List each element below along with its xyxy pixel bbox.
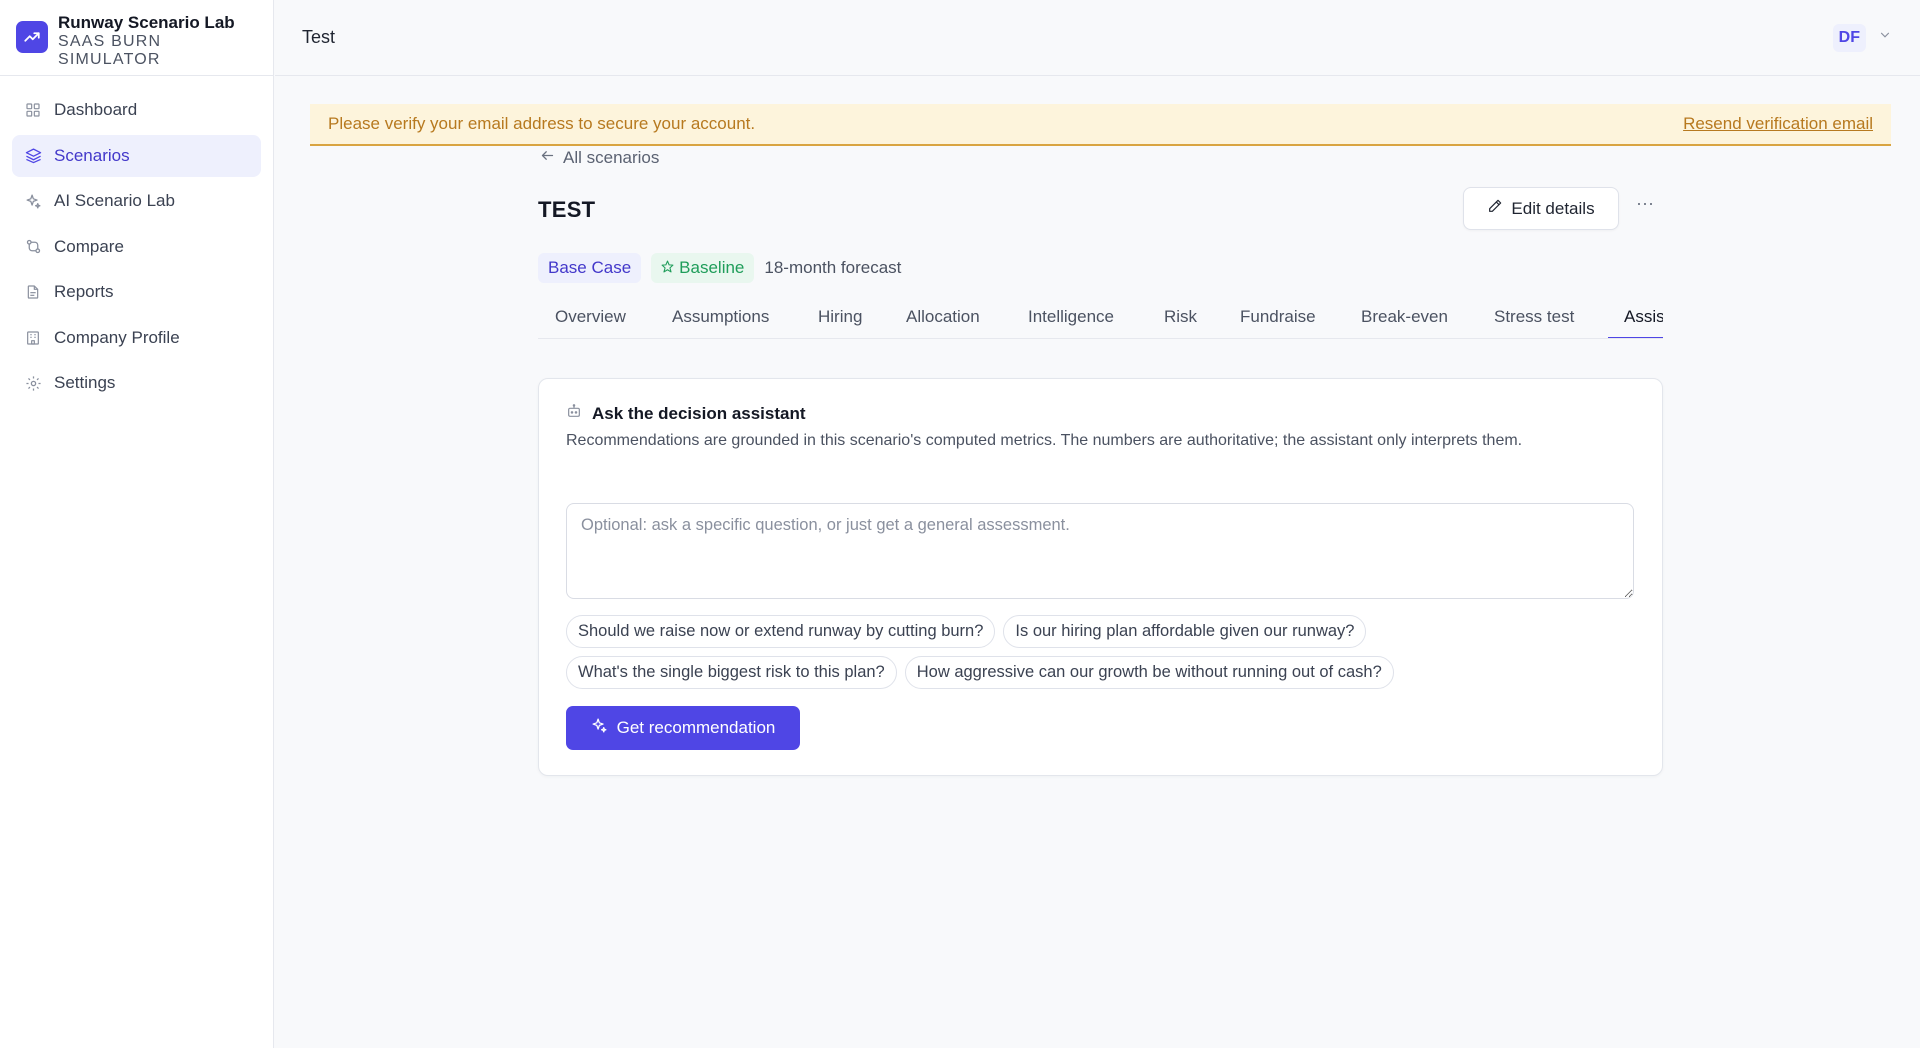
pencil-icon bbox=[1487, 198, 1503, 219]
email-verification-banner: Please verify your email address to secu… bbox=[310, 104, 1891, 146]
trending-up-icon bbox=[16, 21, 48, 53]
sidebar-nav: Dashboard Scenarios AI Scenario Lab Comp… bbox=[0, 76, 273, 404]
tab-allocation[interactable]: Allocation bbox=[906, 305, 980, 338]
sidebar-item-reports[interactable]: Reports bbox=[12, 271, 261, 313]
sidebar-item-ai-scenario-lab[interactable]: AI Scenario Lab bbox=[12, 180, 261, 222]
topbar: Test DF bbox=[275, 0, 1920, 76]
sidebar-item-label: Settings bbox=[54, 373, 116, 392]
tab-overview[interactable]: Overview bbox=[555, 305, 626, 338]
tab-stress-test[interactable]: Stress test bbox=[1494, 305, 1574, 338]
star-icon bbox=[661, 258, 674, 278]
grid-icon bbox=[24, 101, 42, 119]
brand-subtitle: SIMULATOR bbox=[58, 51, 161, 68]
back-label: All scenarios bbox=[563, 148, 660, 167]
get-recommendation-button[interactable]: Get recommendation bbox=[566, 706, 800, 750]
card-description: Recommendations are grounded in this sce… bbox=[566, 432, 1523, 449]
sidebar-item-label: Reports bbox=[54, 282, 114, 301]
avatar[interactable]: DF bbox=[1832, 23, 1866, 52]
sidebar-item-label: AI Scenario Lab bbox=[54, 191, 175, 210]
more-options-button[interactable]: ··· bbox=[1633, 193, 1657, 214]
forecast-label: 18-month forecast bbox=[764, 258, 902, 277]
sparkles-icon bbox=[24, 192, 42, 210]
building-icon bbox=[24, 329, 42, 347]
scenario-tabs: Overview Assumptions Hiring Allocation I… bbox=[538, 305, 1663, 339]
edit-details-label: Edit details bbox=[1511, 198, 1595, 218]
sidebar-item-label: Dashboard bbox=[54, 100, 138, 119]
sidebar-item-settings[interactable]: Settings bbox=[12, 362, 261, 404]
base-case-badge: Base Case bbox=[538, 253, 642, 283]
suggestion-chip[interactable]: Should we raise now or extend runway by … bbox=[566, 615, 996, 648]
gear-icon bbox=[24, 374, 42, 392]
card-title: Ask the decision assistant bbox=[592, 403, 806, 423]
tab-break-even[interactable]: Break-even bbox=[1361, 305, 1448, 338]
scenario-badges: Base Case Baseline 18-month forecast bbox=[538, 253, 901, 283]
page-title: TEST bbox=[538, 197, 596, 222]
sidebar-item-label: Company Profile bbox=[54, 327, 180, 347]
tab-assistant[interactable]: Assistant bbox=[1608, 305, 1663, 338]
sidebar: Runway Scenario Lab SAAS BURN SIMULATOR … bbox=[0, 0, 274, 1048]
page-breadcrumb-title: Test bbox=[302, 27, 336, 47]
sidebar-item-scenarios[interactable]: Scenarios bbox=[12, 134, 261, 177]
suggestion-chip[interactable]: Is our hiring plan affordable given our … bbox=[1003, 615, 1367, 648]
banner-message: Please verify your email address to secu… bbox=[328, 114, 756, 133]
tab-hiring[interactable]: Hiring bbox=[818, 305, 862, 338]
sidebar-item-label: Compare bbox=[54, 236, 124, 256]
sidebar-item-label: Scenarios bbox=[54, 145, 130, 165]
chevron-down-icon[interactable] bbox=[1878, 28, 1892, 47]
suggestion-chip[interactable]: What's the single biggest risk to this p… bbox=[566, 656, 897, 689]
sparkles-icon bbox=[591, 717, 608, 739]
tab-intelligence[interactable]: Intelligence bbox=[1028, 305, 1114, 338]
tab-fundraise[interactable]: Fundraise bbox=[1240, 305, 1316, 338]
sidebar-item-company-profile[interactable]: Company Profile bbox=[12, 317, 261, 359]
suggestion-chips: Should we raise now or extend runway by … bbox=[566, 615, 1634, 697]
card-header: Ask the decision assistant bbox=[566, 403, 806, 424]
sidebar-item-compare[interactable]: Compare bbox=[12, 226, 261, 268]
title-row: TEST Edit details ··· bbox=[538, 187, 1663, 231]
tab-assumptions[interactable]: Assumptions bbox=[672, 305, 769, 338]
compare-icon bbox=[24, 238, 42, 256]
question-input[interactable] bbox=[566, 503, 1634, 599]
user-menu[interactable]: DF bbox=[1832, 23, 1892, 52]
back-to-scenarios-link[interactable]: All scenarios bbox=[540, 147, 659, 169]
tab-risk[interactable]: Risk bbox=[1164, 305, 1197, 338]
baseline-label: Baseline bbox=[679, 258, 745, 277]
resend-verification-link[interactable]: Resend verification email bbox=[1683, 114, 1873, 134]
sidebar-item-dashboard[interactable]: Dashboard bbox=[12, 89, 261, 131]
brand-subtitle: SAAS BURN bbox=[58, 33, 162, 50]
document-icon bbox=[24, 283, 42, 301]
get-recommendation-label: Get recommendation bbox=[616, 718, 776, 737]
arrow-left-icon bbox=[540, 148, 555, 168]
robot-icon bbox=[566, 403, 582, 424]
layers-icon bbox=[24, 147, 42, 165]
brand[interactable]: Runway Scenario Lab SAAS BURN SIMULATOR bbox=[0, 0, 273, 76]
decision-assistant-card: Ask the decision assistant Recommendatio… bbox=[538, 378, 1663, 776]
edit-details-button[interactable]: Edit details bbox=[1463, 187, 1619, 230]
baseline-badge: Baseline bbox=[651, 253, 755, 283]
suggestion-chip[interactable]: How aggressive can our growth be without… bbox=[904, 656, 1394, 689]
brand-title: Runway Scenario Lab bbox=[58, 13, 235, 32]
